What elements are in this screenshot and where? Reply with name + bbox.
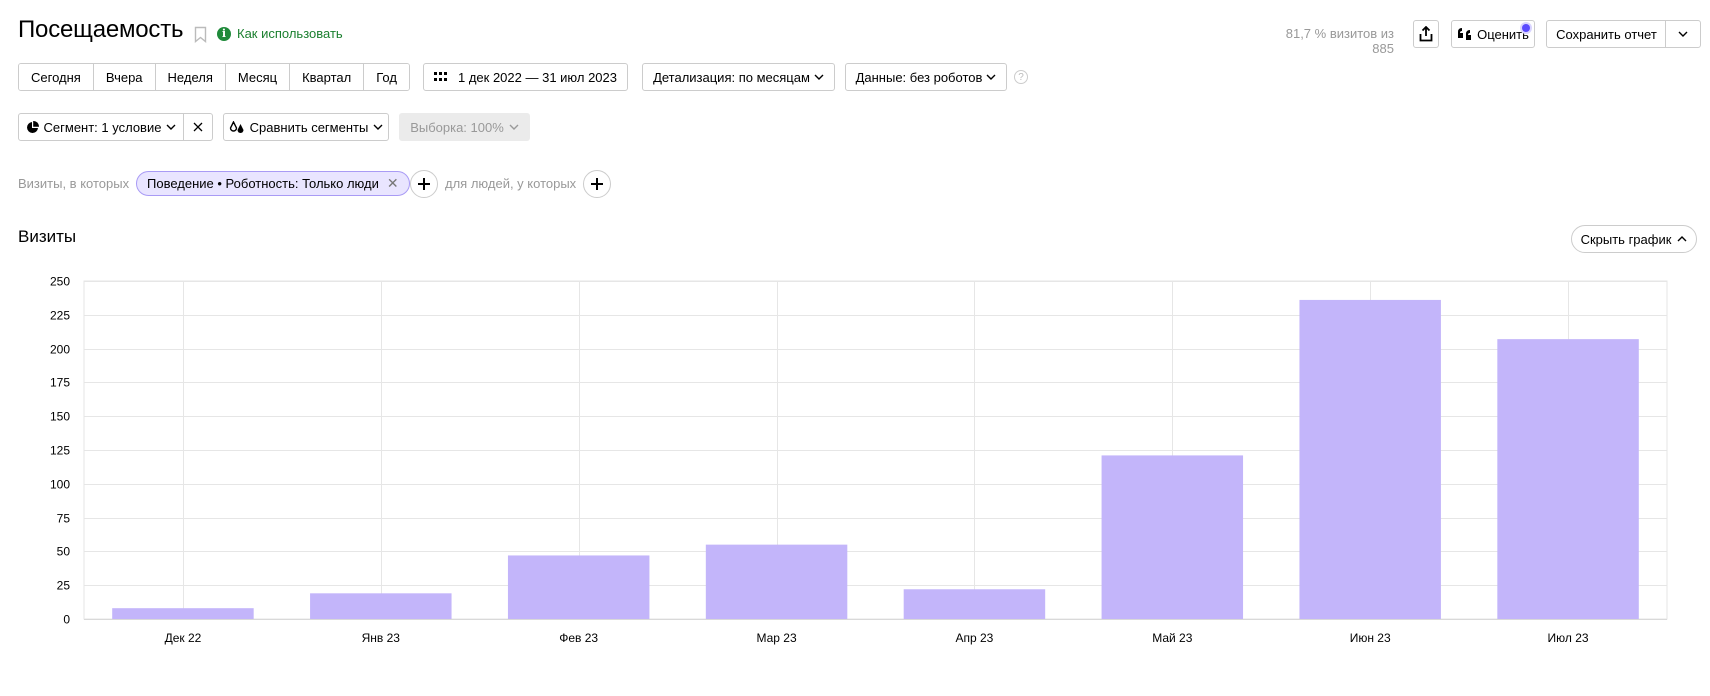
rate-button[interactable]: Оценить — [1451, 20, 1535, 48]
chevron-down-icon — [986, 74, 996, 80]
bar[interactable] — [1299, 299, 1441, 619]
drops-icon — [229, 120, 244, 133]
save-report-label: Сохранить отчет — [1556, 26, 1657, 42]
add-people-condition-button[interactable] — [583, 170, 611, 198]
x-tick-label: Июн 23 — [1350, 631, 1391, 645]
share-icon — [1419, 26, 1433, 42]
x-tick-label: Янв 23 — [362, 631, 401, 645]
bar[interactable] — [507, 555, 650, 619]
hide-chart-label: Скрыть график — [1580, 231, 1672, 247]
segment-clear-button[interactable] — [183, 113, 213, 141]
x-tick-label: Май 23 — [1152, 631, 1193, 645]
period-week[interactable]: Неделя — [155, 64, 226, 90]
segment-dropdown[interactable]: Сегмент: 1 условие — [18, 113, 184, 141]
add-visit-condition-button[interactable] — [410, 170, 438, 198]
x-tick-label: Мар 23 — [756, 631, 796, 645]
how-to-use-label: Как использовать — [237, 26, 343, 41]
period-selector: Сегодня Вчера Неделя Месяц Квартал Год — [18, 63, 410, 91]
y-tick-label: 200 — [50, 343, 70, 357]
x-tick-label: Апр 23 — [956, 631, 994, 645]
sample-label: Выборка: 100% — [410, 119, 504, 135]
y-tick-label: 250 — [50, 275, 70, 289]
segment-label: Сегмент: 1 условие — [43, 119, 162, 135]
chart-bars — [112, 299, 1639, 619]
hide-chart-button[interactable]: Скрыть график — [1571, 225, 1697, 253]
x-axis: Дек 22 Янв 23 Фев 23 Мар 23 Апр 23 Май 23 Июн … — [84, 619, 1667, 645]
share-button[interactable] — [1413, 20, 1439, 48]
data-filter-label: Данные: без роботов — [855, 69, 983, 85]
chevron-down-icon[interactable] — [1678, 30, 1688, 38]
compare-segments-dropdown[interactable]: Сравнить сегменты — [223, 113, 389, 141]
quote-icon — [1458, 28, 1472, 40]
plus-icon — [591, 178, 603, 190]
period-yesterday[interactable]: Вчера — [93, 64, 156, 90]
y-tick-label: 175 — [50, 376, 70, 390]
x-tick-label: Июл 23 — [1548, 631, 1589, 645]
y-tick-label: 225 — [50, 309, 70, 323]
y-tick-label: 150 — [50, 410, 70, 424]
pie-chart-icon — [26, 120, 39, 133]
chart-title: Визиты — [18, 227, 77, 246]
y-tick-label: 0 — [63, 613, 70, 627]
y-tick-label: 50 — [57, 545, 71, 559]
compare-segments-label: Сравнить сегменты — [249, 119, 369, 135]
sample-dropdown: Выборка: 100% — [399, 113, 530, 141]
notification-dot — [1522, 24, 1530, 32]
chevron-down-icon — [509, 124, 519, 130]
bookmark-icon[interactable] — [194, 26, 207, 43]
filter-chip[interactable]: Поведение • Роботность: Только люди ✕ — [136, 171, 410, 196]
y-tick-label: 125 — [50, 444, 70, 458]
chevron-down-icon — [814, 74, 824, 80]
people-condition-label: для людей, у которых — [445, 176, 577, 191]
bar[interactable] — [705, 544, 848, 619]
chevron-down-icon — [166, 124, 176, 130]
help-icon[interactable]: ? — [1014, 70, 1028, 84]
info-icon: i — [217, 26, 231, 41]
y-tick-label: 25 — [57, 579, 71, 593]
y-tick-label: 75 — [57, 512, 71, 526]
x-tick-label: Фев 23 — [559, 631, 598, 645]
detail-dropdown[interactable]: Детализация: по месяцам — [642, 63, 835, 91]
visits-share-text: 81,7 % визитов из 885 — [1285, 26, 1394, 56]
period-month[interactable]: Месяц — [225, 64, 291, 90]
chevron-up-icon — [1677, 236, 1687, 242]
period-quarter[interactable]: Квартал — [290, 64, 365, 90]
date-range-label: 1 дек 2022 — 31 июл 2023 — [457, 69, 617, 85]
data-filter-dropdown[interactable]: Данные: без роботов — [845, 63, 1007, 91]
plus-icon — [418, 178, 430, 190]
bar[interactable] — [310, 593, 452, 619]
y-tick-label: 100 — [50, 478, 70, 492]
y-axis: 0 25 50 75 100 125 150 175 200 225 250 — [50, 275, 70, 627]
how-to-use-link[interactable]: i Как использовать — [217, 26, 343, 41]
date-range-button[interactable]: 1 дек 2022 — 31 июл 2023 — [423, 63, 628, 91]
bar[interactable] — [903, 589, 1046, 619]
split-divider — [1665, 21, 1666, 47]
close-icon[interactable]: ✕ — [387, 175, 399, 192]
filter-chip-label: Поведение • Роботность: Только люди — [147, 176, 379, 191]
chevron-down-icon — [373, 124, 383, 130]
close-icon — [193, 122, 203, 132]
page-title: Посещаемость — [18, 16, 184, 43]
visits-condition-label: Визиты, в которых — [18, 176, 130, 191]
detail-label: Детализация: по месяцам — [653, 69, 810, 85]
visits-bar-chart: 0 25 50 75 100 125 150 175 200 225 250 Дек 22 Янв 2… — [50, 275, 1668, 645]
period-today[interactable]: Сегодня — [19, 64, 94, 90]
save-report-button[interactable]: Сохранить отчет — [1546, 20, 1701, 48]
bar[interactable] — [112, 608, 254, 619]
bar[interactable] — [1497, 339, 1639, 619]
calendar-icon — [433, 72, 447, 81]
period-year[interactable]: Год — [364, 64, 409, 90]
bar[interactable] — [1101, 455, 1244, 619]
x-tick-label: Дек 22 — [165, 631, 202, 645]
